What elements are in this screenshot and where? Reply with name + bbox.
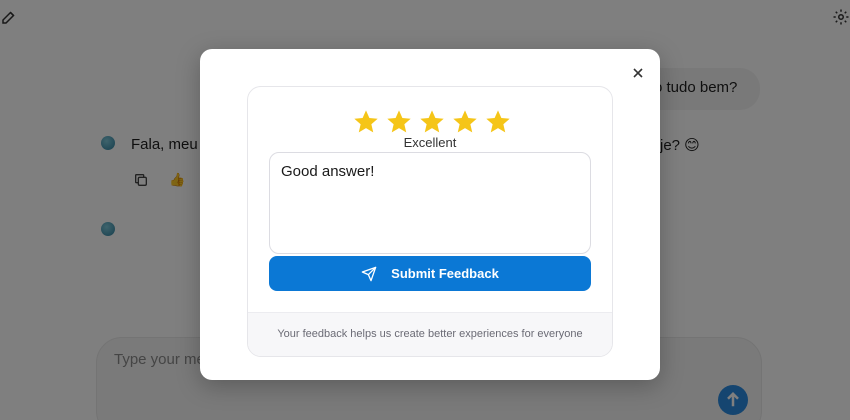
submit-feedback-label: Submit Feedback: [391, 266, 499, 281]
card-footer: Your feedback helps us create better exp…: [248, 312, 612, 356]
star-rating[interactable]: [352, 108, 512, 136]
star-icon[interactable]: [418, 108, 446, 136]
close-icon[interactable]: [630, 65, 646, 81]
feedback-card: Excellent Submit Feedback Your feedback …: [247, 86, 613, 357]
star-icon[interactable]: [451, 108, 479, 136]
paper-plane-icon: [361, 266, 377, 281]
submit-feedback-button[interactable]: Submit Feedback: [269, 256, 591, 291]
star-icon[interactable]: [385, 108, 413, 136]
star-icon[interactable]: [484, 108, 512, 136]
feedback-modal: Excellent Submit Feedback Your feedback …: [200, 49, 660, 380]
feedback-textarea[interactable]: [269, 152, 591, 254]
star-icon[interactable]: [352, 108, 380, 136]
rating-label: Excellent: [403, 135, 457, 150]
footer-text: Your feedback helps us create better exp…: [277, 328, 583, 340]
